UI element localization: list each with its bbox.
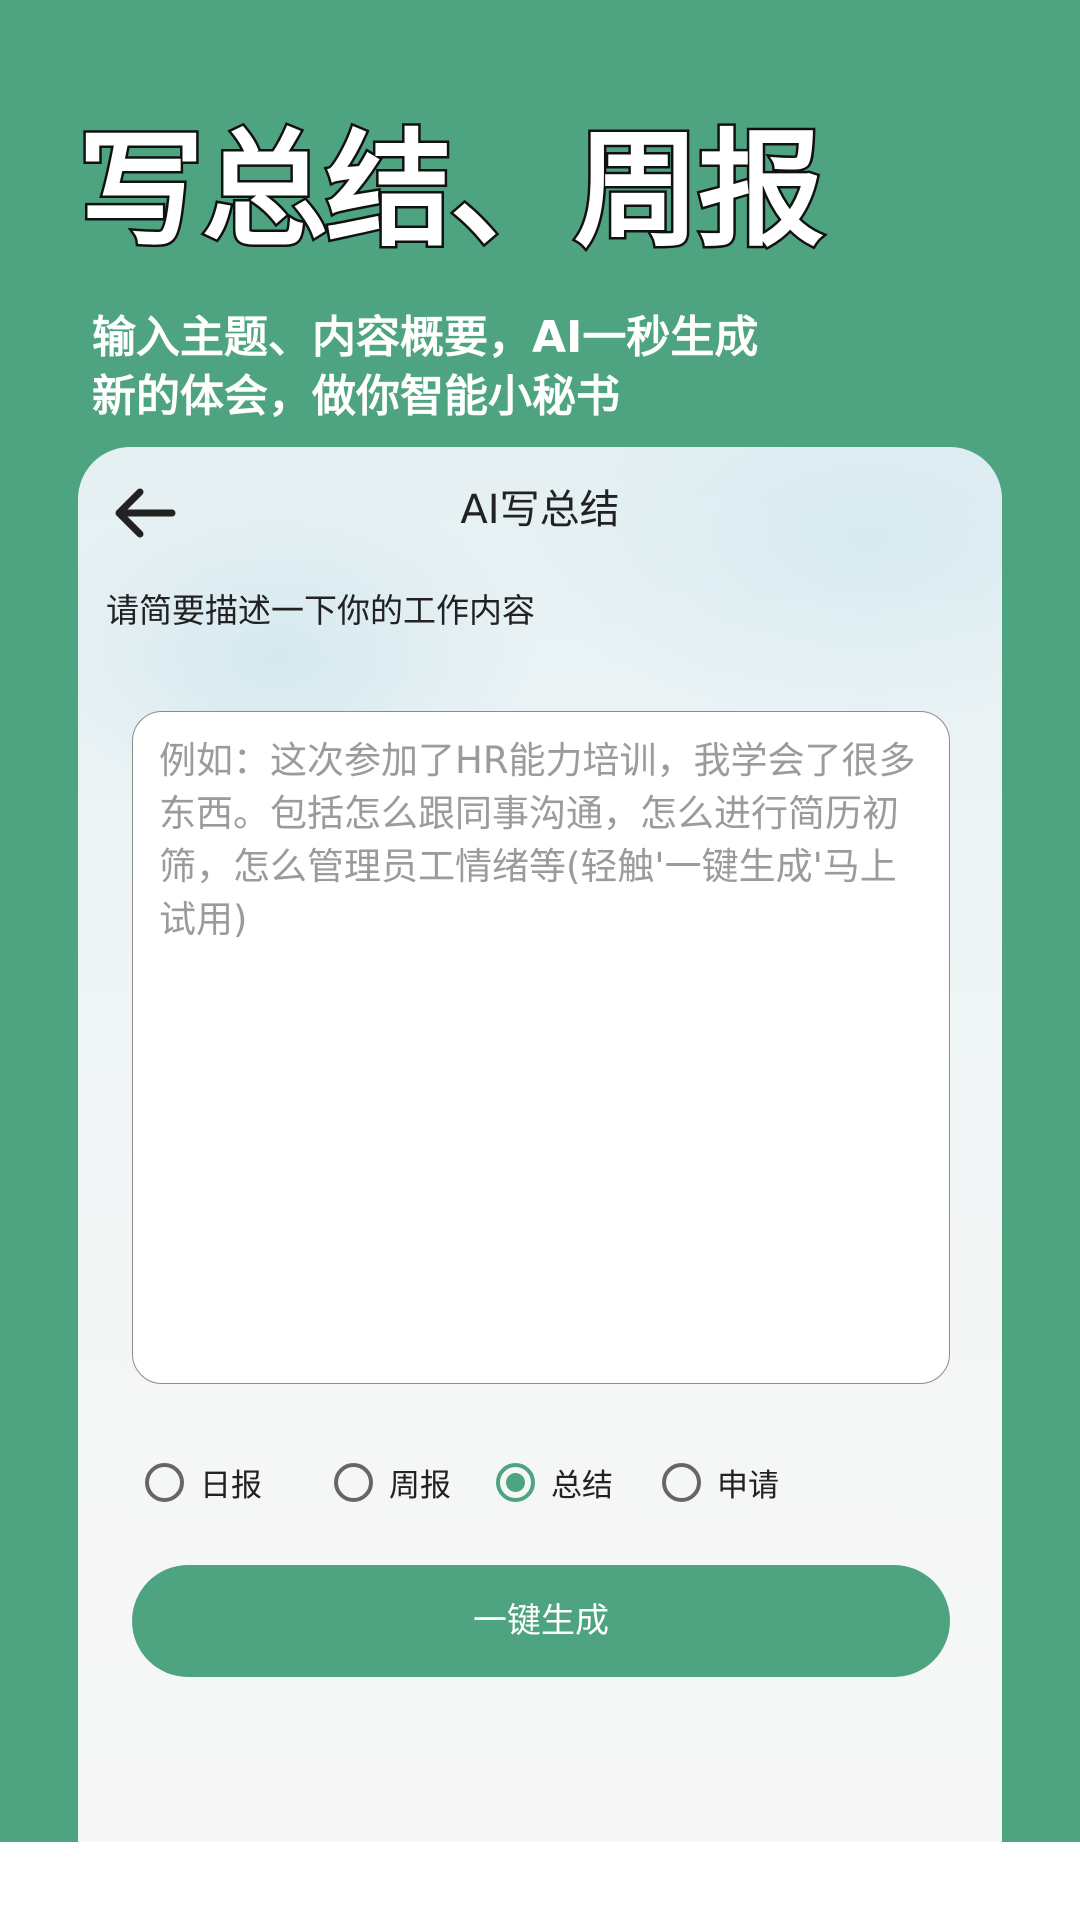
promo-subline-2: 新的体会，做你智能小秘书 [92,371,620,422]
promo-headline: 写总结、周报 [76,117,827,264]
generate-button[interactable]: 一键生成 [132,1565,950,1677]
radio-daily-report[interactable]: 日报 [145,1452,262,1512]
radio-label: 总结 [551,1467,613,1504]
page-title: AI写总结 [460,487,620,533]
radio-circle-icon [145,1462,184,1502]
summary-writer-card: AI写总结 请简要描述一下你的工作内容 日报 周报 总结 申请 一键生成 [78,447,1002,1842]
radio-circle-icon [662,1462,701,1502]
radio-circle-icon [496,1462,535,1502]
radio-application[interactable]: 申请 [662,1452,779,1512]
radio-weekly-report[interactable]: 周报 [334,1452,451,1512]
report-type-radio-group: 日报 周报 总结 申请 [78,1452,1002,1512]
radio-label: 申请 [717,1467,779,1504]
work-content-input[interactable] [132,711,950,1384]
radio-label: 周报 [389,1467,451,1504]
promo-subline-1: 输入主题、内容概要，AI一秒生成 [92,312,759,363]
radio-circle-icon [334,1462,373,1502]
radio-label: 日报 [200,1467,262,1504]
radio-summary[interactable]: 总结 [496,1452,613,1512]
description-label: 请简要描述一下你的工作内容 [106,591,535,630]
